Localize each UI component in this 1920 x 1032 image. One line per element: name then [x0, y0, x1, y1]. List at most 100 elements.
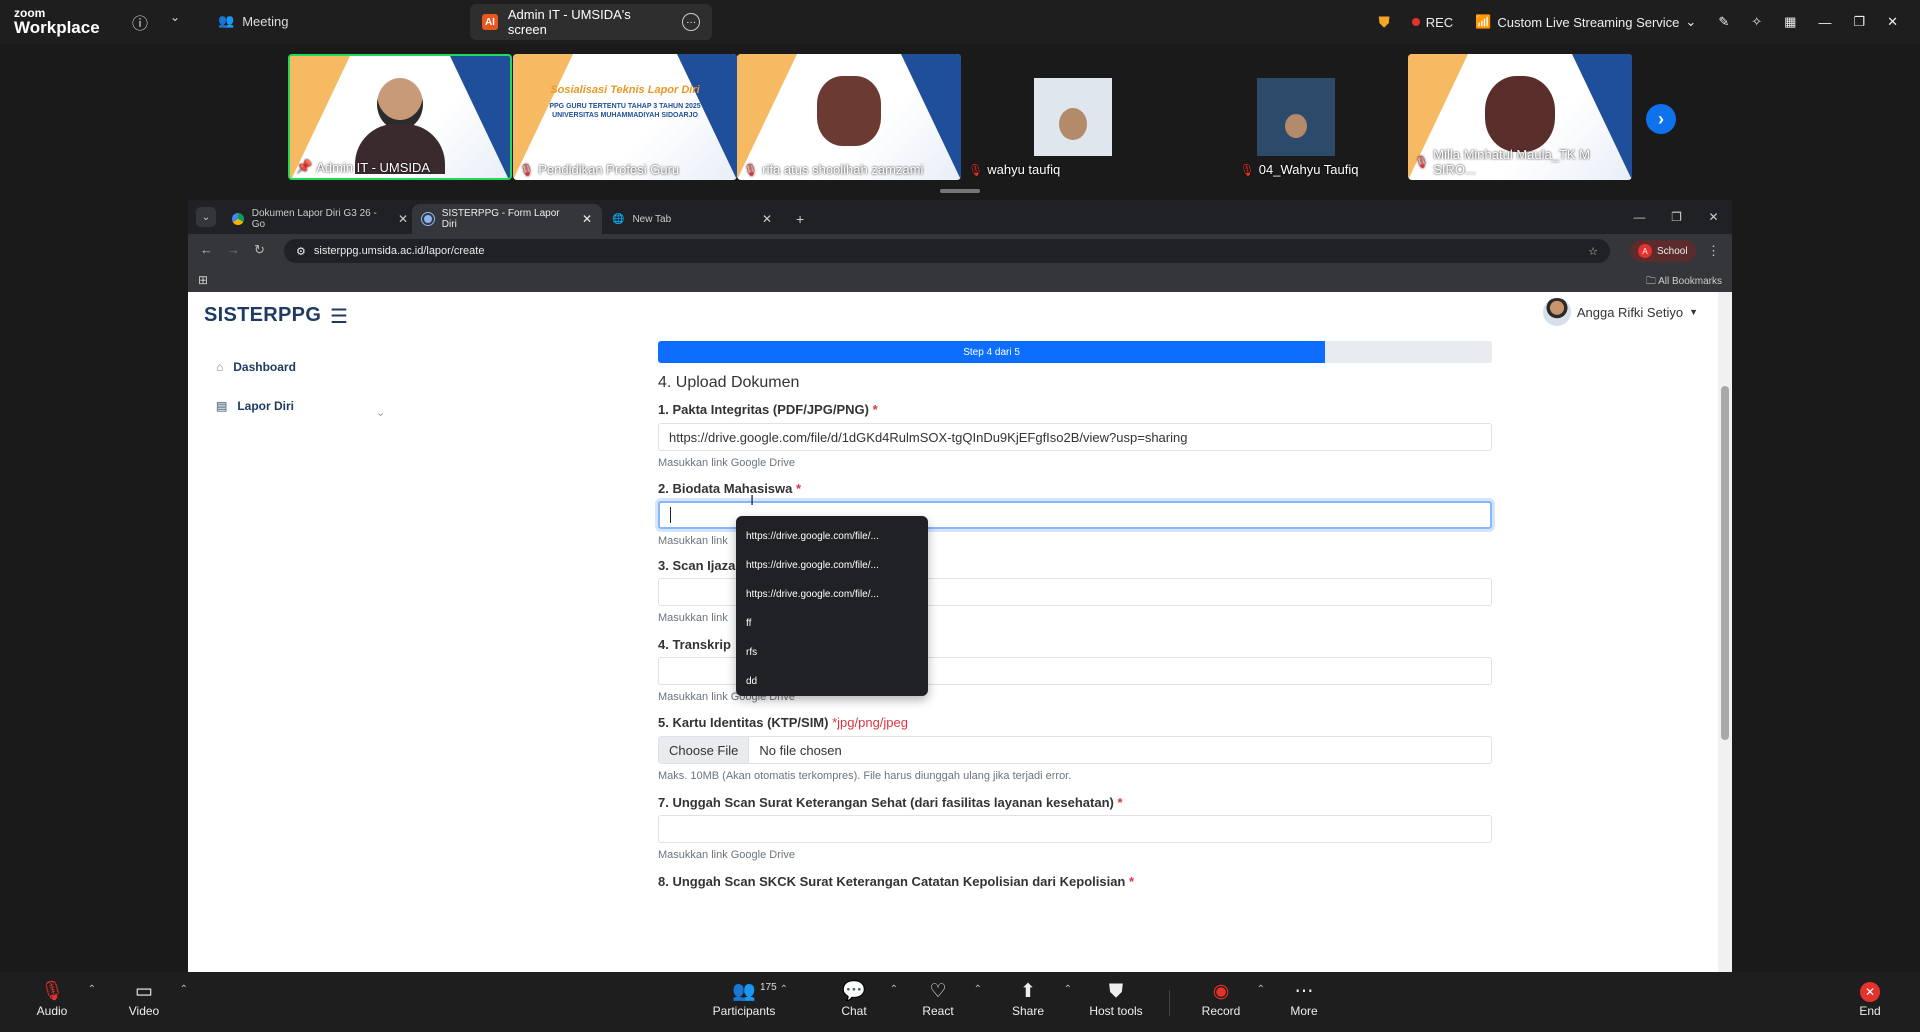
site-brand[interactable]: SISTERPPG — [204, 304, 321, 327]
minimize-icon[interactable]: — — [1621, 210, 1658, 224]
new-tab-button[interactable]: + — [786, 204, 810, 234]
apps-grid-icon[interactable]: ⊞ — [198, 273, 208, 287]
chevron-up-icon[interactable]: ⌃ — [1064, 984, 1072, 995]
react-label: React — [922, 1004, 954, 1018]
ai-companion-icon[interactable]: ✧ — [1751, 14, 1762, 30]
autocomplete-option[interactable]: https://drive.google.com/file/... — [736, 551, 928, 580]
url-field[interactable]: ⚙ sisterppg.umsida.ac.id/lapor/create ☆ — [284, 239, 1610, 263]
sidebar-item-lapor-diri[interactable]: ▤ Lapor Diri — [216, 399, 294, 413]
forward-icon[interactable]: → — [227, 242, 240, 258]
video-button[interactable]: ▭ Video ⌃ — [114, 980, 188, 1018]
security-shield-icon[interactable]: ⛊ — [1378, 14, 1389, 31]
browser-tab[interactable]: Dokumen Lapor Diri G3 26 - Go ✕ — [222, 204, 418, 234]
participant-tile[interactable]: 📌 Admin IT - UMSIDA — [288, 54, 512, 180]
participant-name-text: Pendidikan Profesi Guru — [538, 162, 680, 177]
gallery-next-button[interactable]: › — [1646, 104, 1676, 134]
live-streaming-button[interactable]: 📶 Custom Live Streaming Service ⌄ — [1475, 14, 1696, 30]
scrollbar-thumb[interactable] — [1721, 386, 1729, 740]
close-icon[interactable]: ✕ — [1695, 210, 1732, 224]
chevron-down-icon[interactable]: ⌄ — [376, 406, 385, 419]
share-button[interactable]: ⬆ Share ⌃ — [998, 980, 1072, 1018]
annotate-icon[interactable]: ✎ — [1718, 14, 1729, 30]
autocomplete-option[interactable]: https://drive.google.com/file/... — [736, 580, 928, 609]
participant-tile[interactable]: 🎙 rifa atus shoolihah zamzami — [737, 54, 961, 180]
browser-tab[interactable]: 🌐 New Tab ✕ — [602, 204, 782, 234]
sharer-badge: AI — [482, 14, 498, 30]
all-bookmarks[interactable]: 🗀 All Bookmarks — [1646, 274, 1722, 291]
chevron-down-icon[interactable]: ⌄ — [170, 10, 180, 24]
kartu-identitas-file-input[interactable]: Choose File No file chosen — [658, 736, 1492, 764]
autocomplete-option[interactable]: https://drive.google.com/file/... — [736, 522, 928, 551]
choose-file-button[interactable]: Choose File — [659, 737, 750, 763]
host-tools-button[interactable]: ⛊ Host tools — [1086, 980, 1146, 1018]
audio-button[interactable]: 🎙 Audio ⌃ — [22, 980, 96, 1018]
meeting-button[interactable]: 👥 Meeting — [218, 13, 288, 29]
restore-icon[interactable]: ❐ — [1853, 14, 1865, 30]
progress-bar-fill: Step 4 dari 5 — [658, 341, 1326, 363]
label-text: 1. Pakta Integritas (PDF/JPG/PNG) — [658, 402, 869, 417]
chevron-up-icon[interactable]: ⌃ — [974, 984, 982, 995]
close-icon[interactable]: ✕ — [1887, 14, 1898, 30]
user-menu[interactable]: Angga Rifki Setiyo ▼ — [1542, 298, 1698, 326]
browser-menu-icon[interactable]: ⋮ — [1707, 243, 1720, 259]
close-tab-icon[interactable]: ✕ — [762, 212, 772, 226]
participant-name: 🎙 04_Wahyu Taufiq — [1187, 162, 1411, 177]
chevron-up-icon[interactable]: ⌃ — [890, 984, 898, 995]
close-tab-icon[interactable]: ✕ — [398, 212, 408, 226]
chevron-up-icon[interactable]: ⌃ — [88, 984, 96, 995]
shared-browser-window: ⌄ Dokumen Lapor Diri G3 26 - Go ✕ SISTER… — [188, 200, 1732, 972]
participant-tile[interactable]: Sosialisasi Teknis Lapor Diri PPG GURU T… — [513, 54, 737, 180]
mic-muted-icon: 🎙 — [1239, 162, 1255, 177]
more-options-icon[interactable]: ··· — [682, 13, 700, 31]
share-label: Share — [1011, 1004, 1045, 1018]
minimize-icon[interactable]: — — [1818, 15, 1831, 30]
participants-label: Participants — [712, 1004, 776, 1018]
menu-toggle-icon[interactable]: ☰ — [330, 304, 348, 329]
reload-icon[interactable]: ↻ — [254, 242, 265, 258]
bookmark-star-icon[interactable]: ☆ — [1588, 245, 1598, 258]
all-bookmarks-label: All Bookmarks — [1658, 276, 1722, 287]
participant-tile[interactable]: 🎙 04_Wahyu Taufiq — [1187, 54, 1411, 180]
autocomplete-option[interactable]: dd — [736, 667, 928, 696]
chat-button[interactable]: 💬 Chat ⌃ — [824, 980, 898, 1018]
chevron-up-icon[interactable]: ⌃ — [780, 984, 788, 995]
tab-search-button[interactable]: ⌄ — [196, 207, 216, 227]
broadcast-icon: 📶 — [1475, 14, 1492, 29]
view-layout-icon[interactable]: ▦ — [1784, 14, 1796, 30]
rec-indicator[interactable]: REC — [1411, 15, 1453, 30]
label-text: 5. Kartu Identitas (KTP/SIM) — [658, 715, 829, 730]
field-label-skck: 8. Unggah Scan SKCK Surat Keterangan Cat… — [658, 874, 1134, 889]
chevron-down-icon: ⌄ — [1685, 14, 1697, 29]
end-button[interactable]: ✕ End — [1840, 980, 1900, 1018]
site-info-icon[interactable]: ⚙ — [296, 245, 306, 258]
meeting-label: Meeting — [242, 13, 289, 29]
back-icon[interactable]: ← — [200, 242, 213, 258]
sidebar-item-label: Dashboard — [233, 360, 296, 374]
autocomplete-option[interactable]: ff — [736, 609, 928, 638]
pakta-integritas-input[interactable]: https://drive.google.com/file/d/1dGKd4Ru… — [658, 423, 1492, 451]
field-label-pakta: 1. Pakta Integritas (PDF/JPG/PNG) * — [658, 402, 878, 417]
chevron-up-icon[interactable]: ⌃ — [1257, 984, 1265, 995]
close-tab-icon[interactable]: ✕ — [582, 212, 592, 226]
sidebar-item-dashboard[interactable]: ⌂ Dashboard — [216, 360, 296, 374]
shared-screen-tab[interactable]: AI Admin IT - UMSIDA's screen ··· — [470, 4, 712, 40]
restore-icon[interactable]: ❐ — [1658, 210, 1695, 224]
participant-tile[interactable]: 🎙 wahyu taufiq — [962, 54, 1186, 180]
record-button[interactable]: ◉ Record ⌃ — [1191, 980, 1265, 1018]
profile-button[interactable]: A School — [1630, 240, 1696, 262]
browser-tab-active[interactable]: SISTERPPG - Form Lapor Diri ✕ — [412, 204, 602, 234]
autocomplete-option[interactable]: rfs — [736, 638, 928, 667]
participant-name-text: Milla Minhatul Maula_TK M SIRO... — [1433, 147, 1591, 177]
tab-title: New Tab — [632, 213, 672, 225]
chevron-up-icon[interactable]: ⌃ — [180, 984, 188, 995]
participant-tile[interactable]: 🎙 Milla Minhatul Maula_TK M SIRO... — [1408, 54, 1632, 180]
info-icon[interactable]: ⓘ — [132, 10, 148, 34]
page-scrollbar[interactable] — [1718, 292, 1732, 972]
react-button[interactable]: ♡ React ⌃ — [908, 980, 982, 1018]
rec-dot-icon — [1411, 18, 1420, 26]
surat-sehat-input[interactable] — [658, 815, 1492, 843]
resize-handle[interactable] — [940, 189, 980, 193]
head-shape — [817, 76, 881, 146]
zoom-top-bar: zoom Workplace ⓘ ⌄ 👥 Meeting AI Admin IT… — [0, 0, 1920, 44]
more-button[interactable]: ⋯ More — [1274, 980, 1334, 1018]
